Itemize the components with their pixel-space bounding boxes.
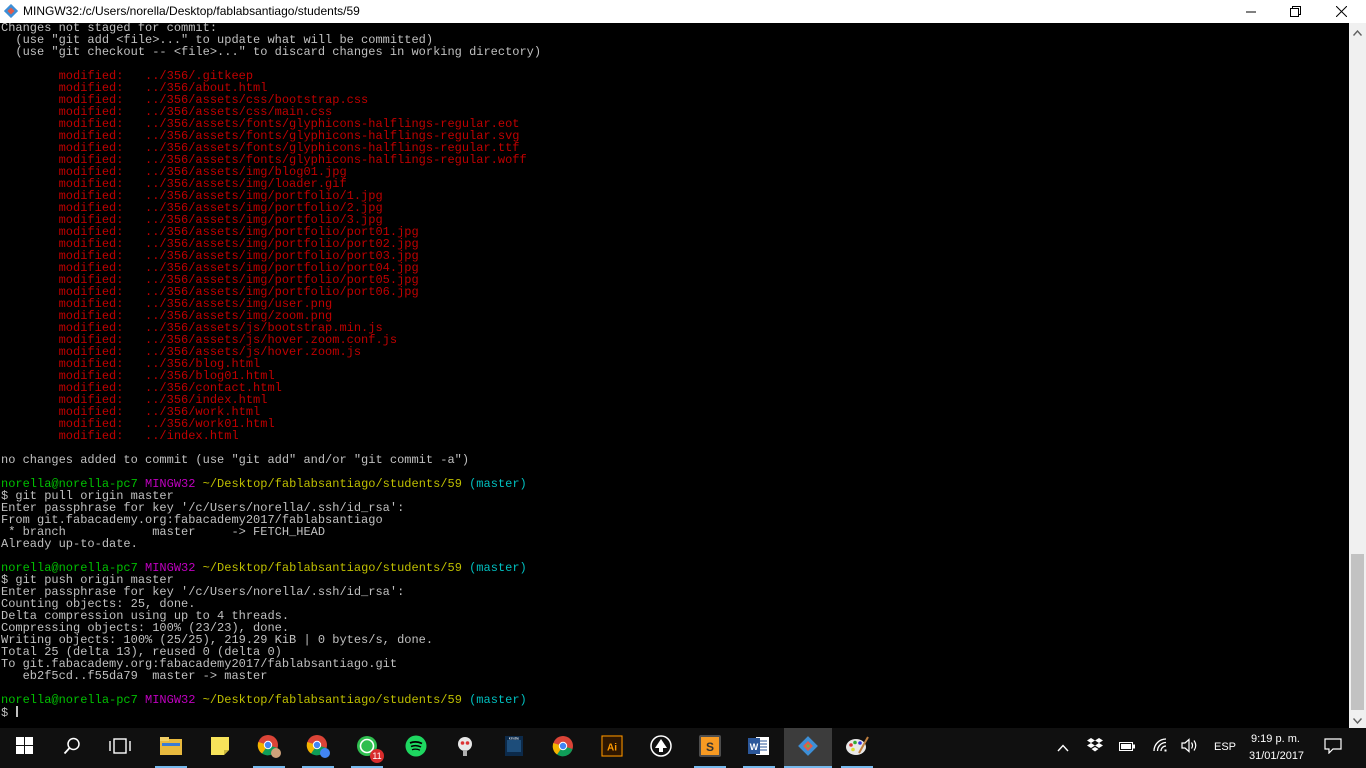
battery-tray[interactable]	[1117, 738, 1137, 758]
scroll-down-button[interactable]	[1349, 711, 1366, 728]
git-bash-icon	[797, 735, 819, 762]
terminal-lines: Changes not staged for commit: (use "git…	[1, 23, 541, 720]
terminal-text: (master)	[469, 693, 527, 707]
taskbar-chrome-profile-2[interactable]	[294, 728, 342, 768]
terminal-text: ~/Desktop/fablabsantiago/students/59	[202, 477, 462, 491]
taskbar-inkscape[interactable]	[637, 728, 685, 768]
close-button[interactable]	[1318, 0, 1364, 23]
dropbox-icon	[1087, 738, 1103, 758]
restore-icon	[1289, 6, 1301, 17]
terminal-line: (use "git checkout -- <file>..." to disc…	[1, 46, 541, 58]
dropbox-tray[interactable]	[1086, 738, 1104, 758]
terminal-text: $	[1, 706, 16, 720]
inkscape-icon	[650, 734, 672, 762]
show-hidden-icons-button[interactable]	[1054, 738, 1072, 758]
scrollbar-thumb[interactable]	[1351, 554, 1364, 710]
sticky-notes-icon	[210, 736, 230, 761]
illustrator-icon: Ai	[601, 734, 623, 762]
svg-text:S: S	[706, 740, 714, 754]
search-button[interactable]	[48, 728, 96, 768]
taskbar-app[interactable]	[441, 728, 489, 768]
battery-icon	[1118, 739, 1136, 757]
git-bash-icon	[3, 3, 19, 19]
scroll-up-icon	[1352, 23, 1363, 41]
chrome-user-icon	[257, 734, 281, 763]
taskbar-paint[interactable]	[833, 728, 881, 768]
task-view-button[interactable]	[96, 728, 144, 768]
terminal-text: norella@norella-pc7	[1, 693, 138, 707]
terminal-text: MINGW32	[145, 693, 196, 707]
task-view-icon	[109, 737, 131, 759]
terminal-text: no changes added to commit (use "git add…	[1, 453, 470, 467]
whatsapp-unread-badge: 11	[370, 749, 384, 763]
terminal-line: eb2f5cd..f55da79 master -> master	[1, 670, 541, 682]
svg-text:Ai: Ai	[607, 742, 617, 753]
clock-date[interactable]: 31/01/2017	[1249, 750, 1304, 762]
word-icon: W	[748, 735, 770, 762]
wifi-icon	[1152, 738, 1169, 758]
input-language[interactable]: ESP	[1214, 741, 1236, 753]
minimize-button[interactable]	[1228, 0, 1274, 23]
terminal-line: no changes added to commit (use "git add…	[1, 454, 541, 466]
file-explorer-icon	[160, 736, 182, 760]
svg-text:W: W	[750, 742, 759, 752]
taskbar-file-explorer[interactable]	[147, 728, 195, 768]
action-center-button[interactable]	[1322, 737, 1344, 759]
clock-time[interactable]: 9:19 p. m.	[1251, 733, 1300, 745]
windows-start-icon	[15, 737, 33, 759]
taskbar-chrome[interactable]	[539, 728, 587, 768]
action-center-icon	[1324, 737, 1342, 759]
taskbar-spotify[interactable]	[392, 728, 440, 768]
terminal-text: ~/Desktop/fablabsantiago/students/59	[202, 693, 462, 707]
terminal-text: modified: ../index.html	[1, 429, 239, 443]
terminal-line: modified: ../index.html	[1, 430, 541, 442]
vertical-scrollbar[interactable]	[1349, 23, 1366, 728]
close-icon	[1335, 6, 1347, 17]
terminal-cursor	[16, 706, 19, 717]
spotify-icon	[405, 735, 427, 762]
app-icon	[454, 735, 476, 762]
window-title: MINGW32:/c/Users/norella/Desktop/fablabs…	[23, 4, 360, 18]
sublime-text-icon: S	[699, 734, 721, 762]
taskbar-illustrator[interactable]: Ai	[588, 728, 636, 768]
terminal-text: Already up-to-date.	[1, 537, 138, 551]
taskbar-chrome-profile-1[interactable]	[245, 728, 293, 768]
taskbar: 11 kindle Ai S W ESP 9:19 p. m. 31/01/20…	[0, 728, 1366, 768]
window-title-bar[interactable]: MINGW32:/c/Users/norella/Desktop/fablabs…	[0, 0, 1366, 23]
search-icon	[63, 737, 81, 760]
terminal-line: $	[1, 706, 541, 720]
chrome-user-icon	[306, 734, 330, 763]
volume-tray[interactable]	[1180, 738, 1200, 758]
terminal-text: (master)	[469, 561, 527, 575]
taskbar-git-bash[interactable]	[784, 728, 832, 768]
volume-icon	[1181, 738, 1199, 758]
taskbar-word[interactable]: W	[735, 728, 783, 768]
terminal-text: (master)	[469, 477, 527, 491]
terminal-output[interactable]: Changes not staged for commit: (use "git…	[0, 23, 1349, 728]
restore-button[interactable]	[1272, 0, 1318, 23]
minimize-icon	[1246, 7, 1256, 17]
chrome-icon	[552, 735, 574, 762]
taskbar-kindle[interactable]: kindle	[490, 728, 538, 768]
terminal-text: (use "git checkout -- <file>..." to disc…	[1, 45, 542, 59]
terminal-line: norella@norella-pc7 MINGW32 ~/Desktop/fa…	[1, 694, 541, 706]
paint-icon	[845, 735, 869, 762]
network-tray[interactable]	[1150, 738, 1170, 758]
svg-text:kindle: kindle	[509, 735, 520, 740]
scroll-up-button[interactable]	[1349, 23, 1366, 40]
terminal-text: ~/Desktop/fablabsantiago/students/59	[202, 561, 462, 575]
taskbar-sticky-notes[interactable]	[196, 728, 244, 768]
kindle-icon: kindle	[503, 735, 525, 762]
terminal-line: Already up-to-date.	[1, 538, 541, 550]
start-button[interactable]	[0, 728, 48, 768]
terminal-text: eb2f5cd..f55da79 master -> master	[1, 669, 268, 683]
chevron-up-icon	[1057, 739, 1069, 757]
taskbar-whatsapp[interactable]: 11	[343, 728, 391, 768]
taskbar-sublime-text[interactable]: S	[686, 728, 734, 768]
scroll-down-icon	[1352, 711, 1363, 729]
